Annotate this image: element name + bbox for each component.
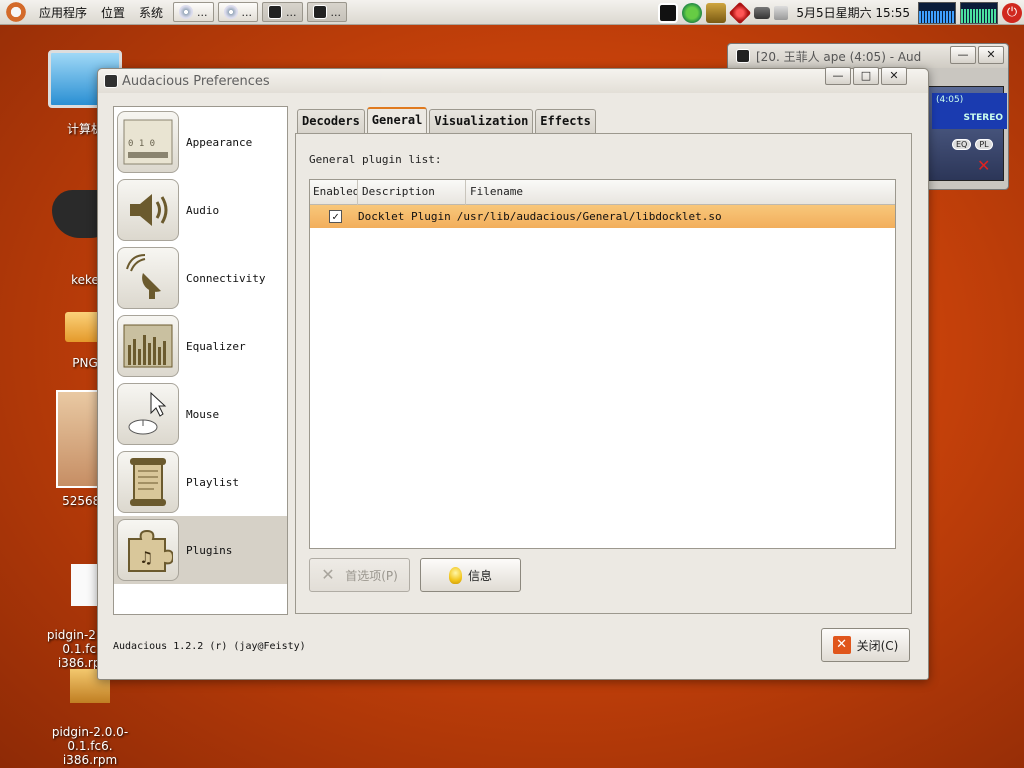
tab-effects[interactable]: Effects [535, 109, 596, 133]
eq-pl-buttons: EQ PL [952, 139, 993, 150]
ubuntu-logo-icon[interactable] [5, 1, 27, 23]
close-dialog-button[interactable]: ✕ 关闭(C) [821, 628, 910, 662]
category-appearance[interactable]: 0 1 0 Appearance [114, 108, 287, 176]
category-connectivity[interactable]: Connectivity [114, 244, 287, 312]
column-filename[interactable]: Filename [466, 180, 895, 205]
disc-icon [179, 5, 194, 19]
preferences-dialog: Audacious Preferences — □ ✕ 0 1 0 Appear… [97, 67, 929, 680]
clock[interactable]: 5月5日星期六 15:55 [796, 4, 910, 21]
column-enabled[interactable]: Enabled [310, 180, 358, 205]
category-mouse[interactable]: Mouse [114, 380, 287, 448]
scroll-icon [117, 451, 179, 513]
speaker-icon [117, 179, 179, 241]
player-display: (4:05) STEREO [932, 93, 1007, 129]
disc-icon [223, 5, 238, 19]
minimize-button[interactable]: — [950, 46, 976, 64]
audacious-icon [268, 5, 283, 19]
messenger-icon[interactable] [682, 2, 703, 23]
close-button[interactable]: ✕ [881, 67, 907, 85]
plugin-filename: /usr/lib/audacious/General/libdocklet.so [456, 210, 722, 223]
cpu-monitor[interactable] [918, 1, 956, 24]
plugin-list[interactable]: Enabled Description Filename ✓ Docklet P… [309, 179, 896, 549]
plugin-list-label: General plugin list: [309, 153, 442, 166]
network-icon[interactable] [754, 6, 771, 19]
eq-button[interactable]: EQ [952, 139, 972, 150]
general-tab-panel: General plugin list: Enabled Description… [295, 133, 912, 614]
column-description[interactable]: Description [358, 180, 466, 205]
panel-menu: 应用程序 位置 系统 [33, 4, 169, 21]
tab-decoders[interactable]: Decoders [297, 109, 365, 133]
close-button[interactable]: ✕ [978, 46, 1004, 64]
audacious-icon [736, 49, 750, 63]
taskbar-button[interactable]: ... [262, 2, 303, 22]
applications-menu[interactable]: 应用程序 [33, 4, 93, 21]
system-tray: 5月5日星期六 15:55 ⏻ [658, 0, 1024, 25]
puzzle-piece-icon: ♫ [117, 519, 179, 581]
plugin-tabs: Decoders General Visualization Effects [297, 107, 598, 134]
info-button[interactable]: 信息 [420, 558, 521, 592]
minimize-button[interactable]: — [825, 67, 851, 85]
dialog-window-controls: — □ ✕ [825, 67, 907, 85]
taskbar-button[interactable]: ... [173, 2, 214, 22]
file-icon [71, 564, 99, 606]
svg-text:0 1 0: 0 1 0 [128, 139, 155, 149]
category-plugins[interactable]: ♫ Plugins [114, 516, 287, 584]
audacious-tray-icon[interactable] [658, 2, 679, 23]
tools-icon: ✕ [321, 565, 335, 584]
lightbulb-icon [448, 566, 462, 584]
appearance-icon: 0 1 0 [117, 111, 179, 173]
version-label: Audacious 1.2.2 (r) (jay@Feisty) [113, 641, 306, 652]
equalizer-icon [117, 315, 179, 377]
taskbar-button[interactable]: ... [217, 2, 259, 22]
top-panel: 应用程序 位置 系统 ... ... ... ... 5月5日星期六 15:55… [0, 0, 1024, 25]
mouse-icon [117, 383, 179, 445]
category-list: 0 1 0 Appearance Audio Connectivity Equa… [113, 106, 288, 615]
network-monitor[interactable] [960, 1, 998, 24]
plugin-description: Docklet Plugin [358, 210, 451, 223]
satellite-dish-icon [117, 247, 179, 309]
playlist-button[interactable]: PL [975, 139, 993, 150]
system-menu[interactable]: 系统 [133, 4, 169, 21]
taskbar-button[interactable]: ... [306, 2, 348, 22]
volume-icon[interactable] [774, 5, 789, 20]
tab-visualization[interactable]: Visualization [429, 109, 534, 133]
places-menu[interactable]: 位置 [95, 4, 131, 21]
category-equalizer[interactable]: Equalizer [114, 312, 287, 380]
close-icon: ✕ [832, 636, 851, 654]
table-row[interactable]: ✓ Docklet Plugin /usr/lib/audacious/Gene… [310, 205, 895, 228]
preferences-button[interactable]: ✕ 首选项(P) [309, 558, 410, 592]
dialog-title: Audacious Preferences [122, 73, 270, 89]
enabled-checkbox[interactable]: ✓ [329, 210, 342, 223]
audacious-icon [104, 74, 118, 88]
category-audio[interactable]: Audio [114, 176, 287, 244]
power-icon[interactable]: ⏻ [1002, 2, 1022, 23]
maximize-button[interactable]: □ [853, 67, 879, 85]
category-playlist[interactable]: Playlist [114, 448, 287, 516]
audacious-icon [312, 5, 327, 19]
tab-general[interactable]: General [366, 107, 428, 134]
player-window-controls: — ✕ [950, 46, 1004, 64]
player-close-icon[interactable]: ✕ [977, 156, 995, 175]
svg-text:♫: ♫ [139, 548, 153, 567]
plugin-list-header: Enabled Description Filename [310, 180, 895, 205]
dialog-titlebar[interactable]: Audacious Preferences [98, 69, 928, 93]
ruby-icon[interactable] [729, 1, 752, 24]
notes-icon[interactable] [706, 2, 727, 23]
